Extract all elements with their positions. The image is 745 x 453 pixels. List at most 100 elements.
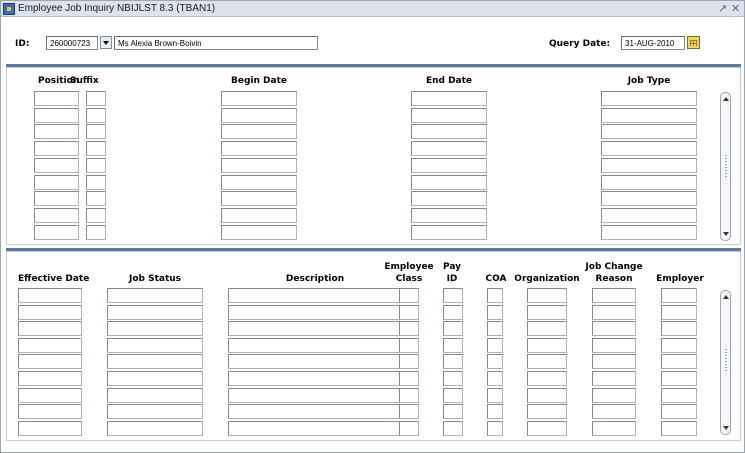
job-position-field[interactable] bbox=[34, 191, 79, 207]
detail-description-field[interactable] bbox=[228, 371, 402, 386]
detail-effective-date-field[interactable] bbox=[18, 304, 82, 320]
job-job-type-field[interactable] bbox=[601, 91, 697, 106]
job-position-field[interactable] bbox=[34, 157, 79, 173]
detail-employee-class-field[interactable] bbox=[399, 337, 419, 353]
job-end-date-field[interactable] bbox=[411, 107, 487, 123]
detail-employer-field[interactable] bbox=[661, 404, 697, 420]
detail-employer-field[interactable] bbox=[661, 354, 697, 370]
detail-organization-field[interactable] bbox=[527, 404, 567, 420]
scroll-up-icon[interactable] bbox=[723, 295, 729, 299]
scroll-grip[interactable] bbox=[725, 155, 727, 179]
job-end-date-field[interactable] bbox=[411, 124, 487, 140]
job-position-field[interactable] bbox=[34, 207, 79, 223]
job-job-type-field[interactable] bbox=[601, 207, 697, 223]
job-suffix-field[interactable] bbox=[86, 174, 106, 190]
job-begin-date-field[interactable] bbox=[221, 107, 297, 123]
detail-job-status-field[interactable] bbox=[107, 321, 203, 337]
calendar-icon[interactable] bbox=[687, 36, 700, 49]
job-end-date-field[interactable] bbox=[411, 191, 487, 207]
detail-effective-date-field[interactable] bbox=[18, 337, 82, 353]
detail-employee-class-field[interactable] bbox=[399, 354, 419, 370]
detail-employer-field[interactable] bbox=[661, 387, 697, 403]
detail-coa-field[interactable] bbox=[487, 288, 503, 303]
id-input[interactable]: 260000723 bbox=[46, 36, 98, 50]
detail-effective-date-field[interactable] bbox=[18, 420, 82, 436]
detail-employer-field[interactable] bbox=[661, 288, 697, 303]
detail-effective-date-field[interactable] bbox=[18, 371, 82, 386]
detail-coa-field[interactable] bbox=[487, 354, 503, 370]
detail-job-status-field[interactable] bbox=[107, 304, 203, 320]
job-job-type-field[interactable] bbox=[601, 107, 697, 123]
detail-organization-field[interactable] bbox=[527, 288, 567, 303]
minimize-icon[interactable]: ↗ bbox=[718, 2, 727, 16]
job-end-date-field[interactable] bbox=[411, 224, 487, 240]
job-position-field[interactable] bbox=[34, 107, 79, 123]
detail-pay-id-field[interactable] bbox=[443, 337, 463, 353]
detail-employer-field[interactable] bbox=[661, 337, 697, 353]
scroll-down-icon[interactable] bbox=[723, 426, 729, 430]
detail-description-field[interactable] bbox=[228, 337, 402, 353]
detail-description-field[interactable] bbox=[228, 420, 402, 436]
detail-description-field[interactable] bbox=[228, 387, 402, 403]
job-begin-date-field[interactable] bbox=[221, 207, 297, 223]
detail-coa-field[interactable] bbox=[487, 337, 503, 353]
detail-organization-field[interactable] bbox=[527, 371, 567, 386]
detail-employer-field[interactable] bbox=[661, 304, 697, 320]
detail-job-change-reason-field[interactable] bbox=[592, 337, 636, 353]
detail-employee-class-field[interactable] bbox=[399, 404, 419, 420]
detail-effective-date-field[interactable] bbox=[18, 321, 82, 337]
detail-organization-field[interactable] bbox=[527, 420, 567, 436]
detail-pay-id-field[interactable] bbox=[443, 371, 463, 386]
scroll-grip[interactable] bbox=[725, 349, 727, 373]
detail-employee-class-field[interactable] bbox=[399, 420, 419, 436]
detail-pay-id-field[interactable] bbox=[443, 321, 463, 337]
detail-description-field[interactable] bbox=[228, 404, 402, 420]
id-lookup-button[interactable] bbox=[100, 36, 112, 49]
detail-job-status-field[interactable] bbox=[107, 404, 203, 420]
detail-pay-id-field[interactable] bbox=[443, 387, 463, 403]
detail-job-change-reason-field[interactable] bbox=[592, 288, 636, 303]
job-job-type-field[interactable] bbox=[601, 224, 697, 240]
close-icon[interactable]: ✕ bbox=[731, 2, 740, 16]
details-scrollbar[interactable] bbox=[720, 290, 731, 435]
job-suffix-field[interactable] bbox=[86, 224, 106, 240]
detail-effective-date-field[interactable] bbox=[18, 288, 82, 303]
job-position-field[interactable] bbox=[34, 174, 79, 190]
detail-coa-field[interactable] bbox=[487, 371, 503, 386]
detail-employee-class-field[interactable] bbox=[399, 387, 419, 403]
detail-job-change-reason-field[interactable] bbox=[592, 304, 636, 320]
detail-description-field[interactable] bbox=[228, 288, 402, 303]
detail-employee-class-field[interactable] bbox=[399, 321, 419, 337]
detail-employer-field[interactable] bbox=[661, 420, 697, 436]
detail-organization-field[interactable] bbox=[527, 321, 567, 337]
jobs-scrollbar[interactable] bbox=[720, 92, 731, 241]
job-begin-date-field[interactable] bbox=[221, 157, 297, 173]
detail-job-status-field[interactable] bbox=[107, 288, 203, 303]
detail-job-change-reason-field[interactable] bbox=[592, 404, 636, 420]
job-begin-date-field[interactable] bbox=[221, 174, 297, 190]
detail-organization-field[interactable] bbox=[527, 304, 567, 320]
detail-description-field[interactable] bbox=[228, 304, 402, 320]
detail-employer-field[interactable] bbox=[661, 321, 697, 337]
detail-pay-id-field[interactable] bbox=[443, 420, 463, 436]
detail-job-change-reason-field[interactable] bbox=[592, 420, 636, 436]
job-end-date-field[interactable] bbox=[411, 157, 487, 173]
detail-organization-field[interactable] bbox=[527, 337, 567, 353]
job-position-field[interactable] bbox=[34, 224, 79, 240]
job-suffix-field[interactable] bbox=[86, 91, 106, 106]
detail-organization-field[interactable] bbox=[527, 354, 567, 370]
job-position-field[interactable] bbox=[34, 91, 79, 106]
detail-effective-date-field[interactable] bbox=[18, 354, 82, 370]
scroll-down-icon[interactable] bbox=[723, 232, 729, 236]
job-end-date-field[interactable] bbox=[411, 141, 487, 157]
detail-pay-id-field[interactable] bbox=[443, 288, 463, 303]
job-suffix-field[interactable] bbox=[86, 107, 106, 123]
job-begin-date-field[interactable] bbox=[221, 141, 297, 157]
detail-pay-id-field[interactable] bbox=[443, 304, 463, 320]
detail-job-change-reason-field[interactable] bbox=[592, 354, 636, 370]
job-end-date-field[interactable] bbox=[411, 91, 487, 106]
detail-job-status-field[interactable] bbox=[107, 354, 203, 370]
job-begin-date-field[interactable] bbox=[221, 224, 297, 240]
detail-job-change-reason-field[interactable] bbox=[592, 371, 636, 386]
job-position-field[interactable] bbox=[34, 124, 79, 140]
